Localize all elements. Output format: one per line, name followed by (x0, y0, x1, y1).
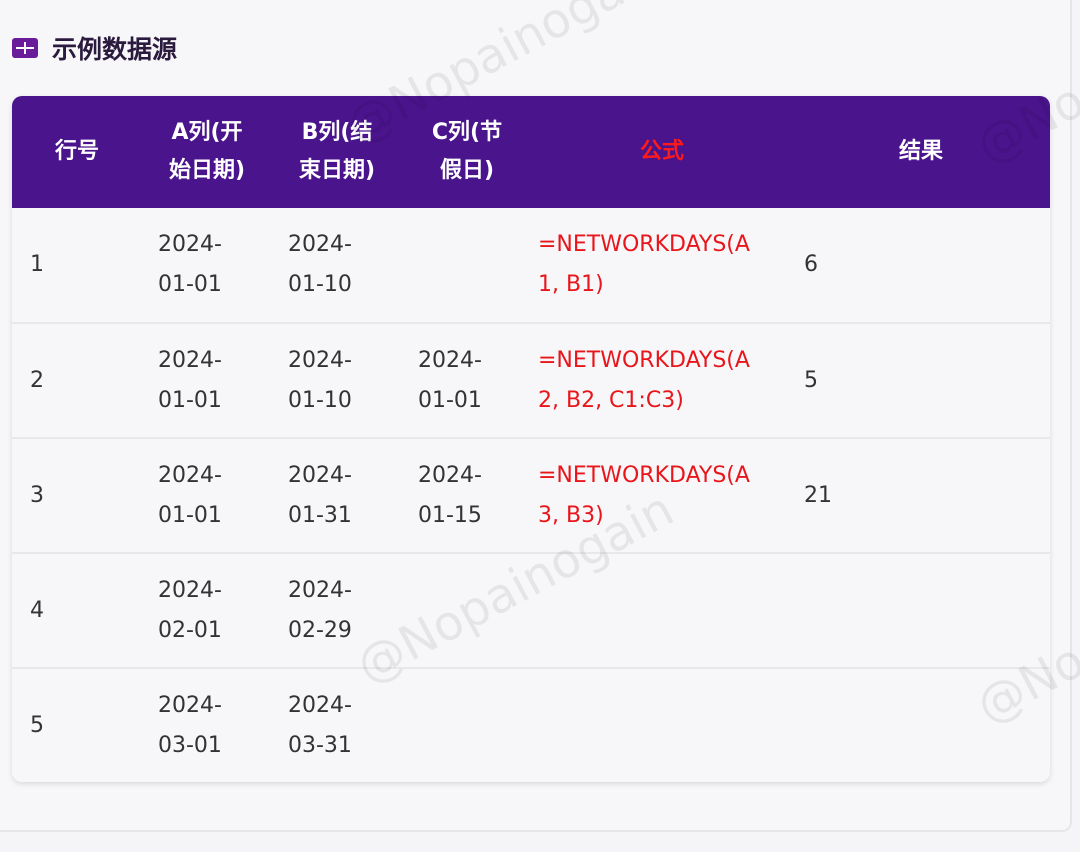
cell-col-b: 2024-03-31 (288, 693, 352, 758)
header-formula: 公式 (639, 139, 684, 164)
section-header: 示例数据源 (12, 30, 177, 66)
cell-col-c: 2024-01-01 (418, 347, 482, 413)
table-row: 1 2024-01-01 2024-01-10 =NETWORKDAYS(A1, B1… (12, 208, 1050, 323)
cell-col-b: 2024-01-10 (288, 347, 352, 413)
cell-result (792, 553, 1050, 668)
header-col-b: B列(结束日期) (298, 120, 376, 183)
cell-formula: =NETWORKDAYS(A3, B3) (538, 462, 750, 528)
header-result: 结果 (898, 139, 943, 164)
cell-col-b: 2024-01-31 (288, 462, 352, 528)
cell-formula (532, 668, 792, 782)
cell-col-a: 2024-01-01 (158, 232, 222, 297)
cell-col-a: 2024-03-01 (158, 693, 222, 758)
cell-row-number: 1 (30, 252, 44, 277)
section-title: 示例数据源 (52, 35, 178, 64)
cell-row-number: 5 (30, 713, 44, 738)
cell-col-c (402, 208, 532, 323)
cell-result (792, 668, 1050, 782)
header-col-c: C列(节假日) (431, 120, 503, 183)
cell-col-a: 2024-01-01 (158, 462, 222, 528)
cell-row-number: 3 (30, 482, 44, 508)
table-row: 2 2024-01-01 2024-01-10 2024-01-01 =NETWORKD… (12, 323, 1050, 438)
table-grid-icon (12, 38, 38, 58)
table-row: 4 2024-02-01 2024-02-29 (12, 553, 1050, 668)
cell-row-number: 4 (30, 597, 44, 623)
content-card: 示例数据源 行号 A列(开始日期) B列(结束日期) C列(节假日) 公式 结果… (0, 0, 1072, 832)
header-row-number: 行号 (54, 139, 99, 164)
cell-col-a: 2024-02-01 (158, 577, 222, 643)
data-table: 行号 A列(开始日期) B列(结束日期) C列(节假日) 公式 结果 1 2024… (12, 96, 1050, 782)
table-row: 5 2024-03-01 2024-03-31 (12, 668, 1050, 782)
cell-result: 6 (804, 252, 818, 277)
cell-col-c: 2024-01-15 (418, 462, 482, 528)
cell-row-number: 2 (30, 367, 44, 393)
cell-formula: =NETWORKDAYS(A2, B2, C1:C3) (538, 347, 750, 413)
header-col-a: A列(开始日期) (168, 120, 246, 183)
cell-formula (532, 553, 792, 668)
cell-col-b: 2024-01-10 (288, 232, 352, 297)
cell-col-c (402, 553, 532, 668)
table-row: 3 2024-01-01 2024-01-31 2024-01-15 =NETWORKD… (12, 438, 1050, 553)
cell-result: 5 (804, 367, 818, 393)
cell-col-a: 2024-01-01 (158, 347, 222, 413)
cell-formula: =NETWORKDAYS(A1, B1) (538, 232, 750, 297)
table-header-row: 行号 A列(开始日期) B列(结束日期) C列(节假日) 公式 结果 (12, 96, 1050, 208)
cell-result: 21 (804, 482, 832, 508)
cell-col-c (402, 668, 532, 782)
cell-col-b: 2024-02-29 (288, 577, 352, 643)
